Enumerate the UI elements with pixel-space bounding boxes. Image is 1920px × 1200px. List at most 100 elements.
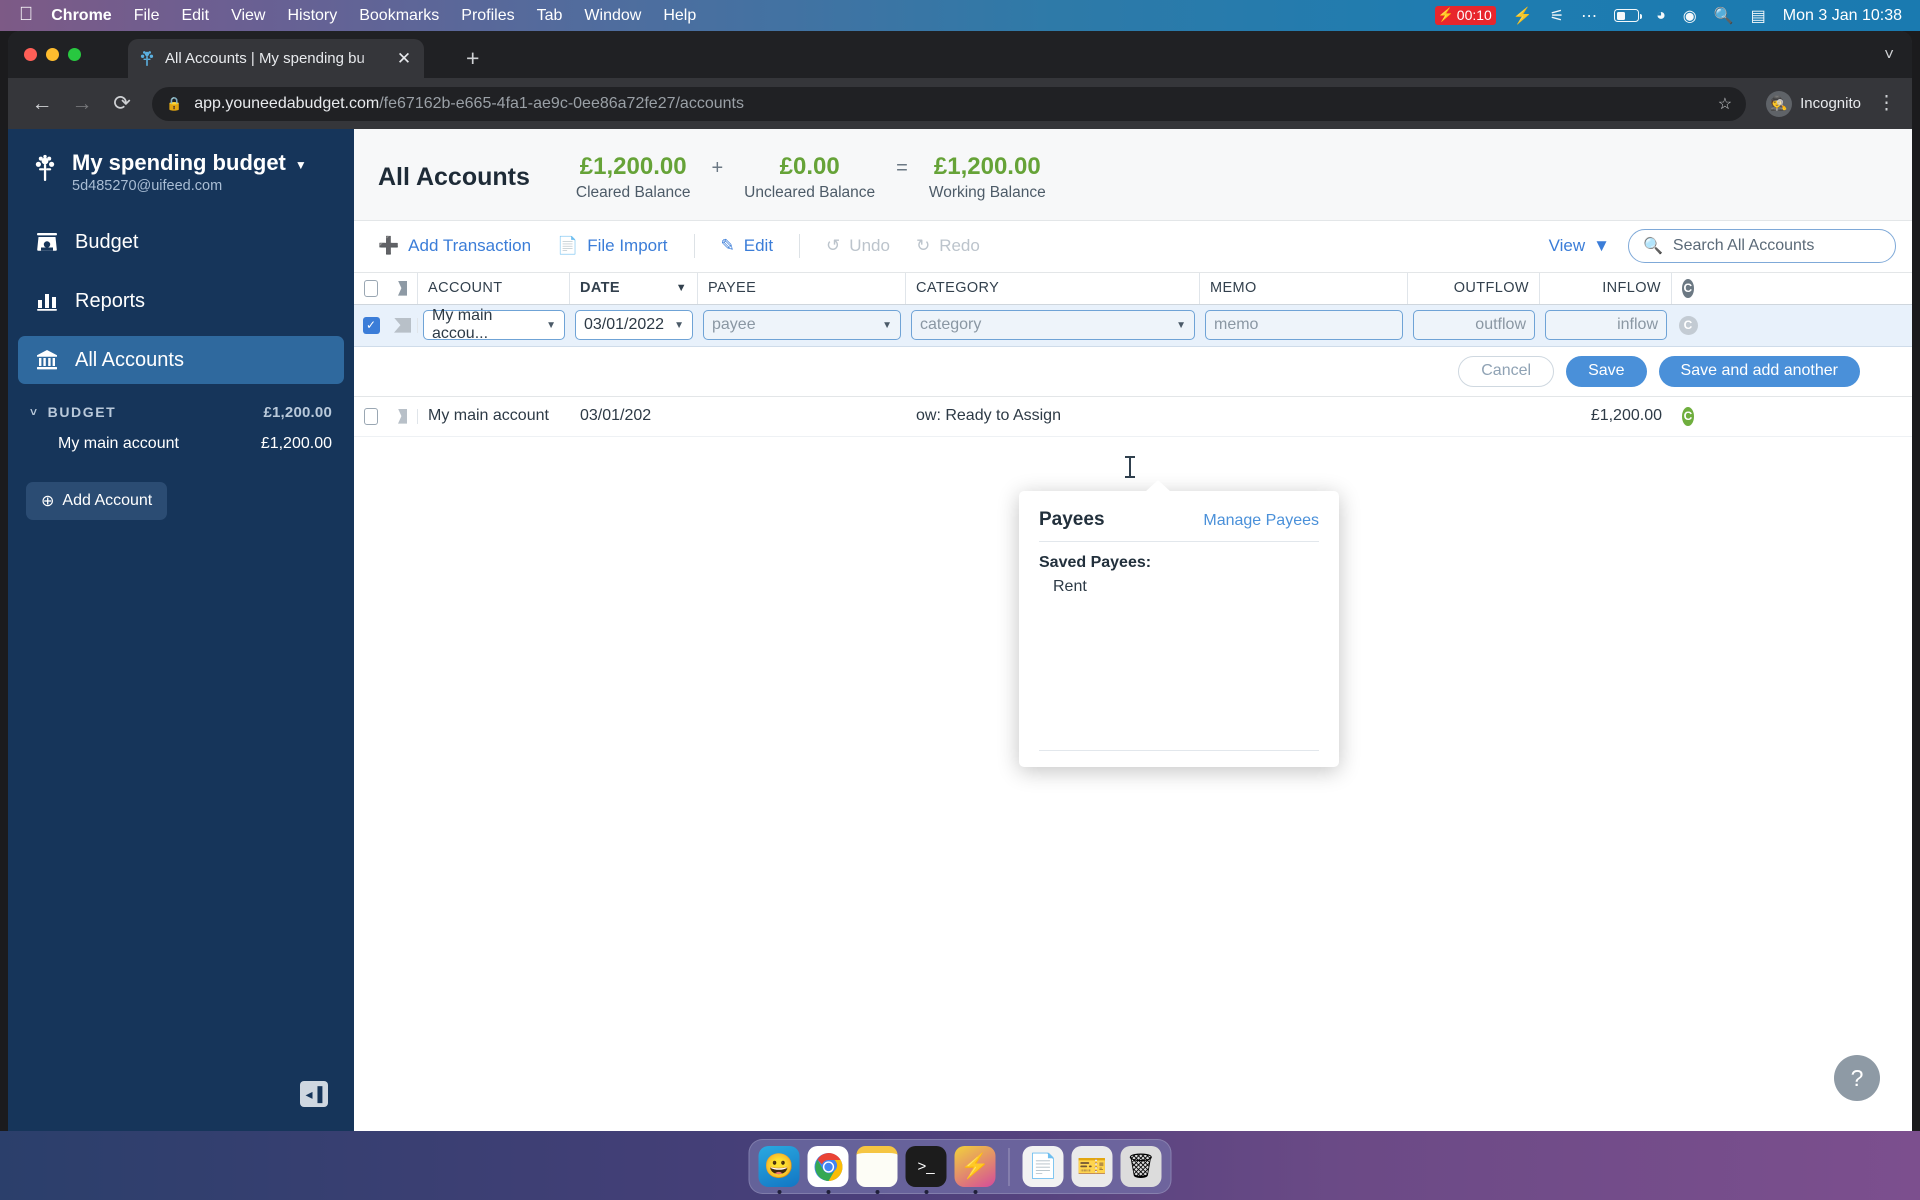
kebab-menu-icon[interactable]: ⋮ [1877,93,1896,113]
incognito-icon: 🕵 [1766,90,1793,117]
finder-icon[interactable]: 😀 [758,1146,800,1194]
sidebar-item-all-accounts[interactable]: All Accounts [18,336,344,385]
search-input[interactable]: 🔍 Search All Accounts [1628,229,1896,264]
column-header-payee[interactable]: PAYEE [698,272,906,304]
file-import-button[interactable]: 📄 File Import [557,236,667,256]
column-header-memo[interactable]: MEMO [1200,272,1408,304]
column-header-inflow[interactable]: INFLOW [1540,272,1672,304]
notes-icon[interactable] [856,1146,898,1194]
wifi-icon[interactable]: ◕ [1656,7,1666,25]
row-checkbox[interactable]: ✓ [354,316,388,334]
menu-item-file[interactable]: File [134,7,160,25]
url-path: /fe67162b-e665-4fa1-ae9c-0ee86a72fe27/ac… [379,94,744,112]
chrome-icon[interactable] [807,1146,849,1194]
chevron-down-icon[interactable]: ˅ [1884,45,1894,65]
terminal-icon[interactable]: >_ [905,1146,947,1194]
file-import-icon: 📄 [557,236,579,256]
column-header-outflow[interactable]: OUTFLOW [1408,272,1540,304]
screen-recording-indicator[interactable]: ⚡ 00:10 [1434,6,1496,25]
control-center-icon[interactable]: ◉ [1683,6,1697,26]
date-input[interactable]: 03/01/2022 ▼ [570,310,698,341]
payee-option-rent[interactable]: Rent [1019,572,1339,596]
apple-icon[interactable]:  [19,5,33,24]
manage-payees-link[interactable]: Manage Payees [1203,512,1319,530]
preview-icon[interactable]: 📄 [1022,1146,1064,1187]
star-icon[interactable]: ☆ [1718,94,1732,114]
inflow-input[interactable]: inflow [1540,310,1672,341]
sidebar-item-reports[interactable]: Reports [18,277,344,325]
menu-item-edit[interactable]: Edit [181,7,209,25]
sidebar-group-budget[interactable]: ˅ BUDGET £1,200.00 [8,398,354,426]
bolt-icon[interactable]: ⚡ [1513,6,1533,26]
row-checkbox[interactable] [354,407,388,425]
row-flag[interactable] [388,408,418,424]
profile-chip[interactable]: 🕵 Incognito [1766,90,1861,117]
dots-icon[interactable]: ⋯ [1581,6,1597,26]
caret-down-icon: ▼ [675,282,687,295]
outflow-input[interactable]: outflow [1408,310,1540,341]
memo-input[interactable]: memo [1200,310,1408,341]
undo-button[interactable]: ↺ Undo [826,236,890,256]
cleared-toggle[interactable]: C [1672,315,1704,335]
minimize-window-button[interactable] [46,48,59,61]
select-all-checkbox[interactable] [354,273,388,304]
sidebar-account-my-main-account[interactable]: My main account £1,200.00 [8,426,354,462]
popover-header: Payees Manage Payees [1019,491,1339,541]
menu-item-view[interactable]: View [231,7,265,25]
menu-item-help[interactable]: Help [663,7,696,25]
menu-item-profiles[interactable]: Profiles [461,7,514,25]
reload-icon[interactable]: ⟳ [102,91,142,116]
redo-button[interactable]: ↻ Redo [916,236,980,256]
arrow-left-icon[interactable]: ← [22,92,62,116]
column-header-cleared[interactable]: C [1672,273,1704,304]
menu-item-bookmarks[interactable]: Bookmarks [359,7,439,25]
spotlight-search-icon[interactable]: 🔍 [1714,6,1734,26]
category-input[interactable]: category ▼ [906,310,1200,341]
column-header-account[interactable]: ACCOUNT [418,272,570,304]
sidebar-item-budget[interactable]: Budget [18,218,344,266]
url-input[interactable]: 🔒 app.youneedabudget.com /fe67162b-e665-… [152,86,1747,121]
table-row[interactable]: My main account 03/01/202 ow: Ready to A… [354,397,1912,437]
column-header-category[interactable]: CATEGORY [906,272,1200,304]
budget-switcher[interactable]: My spending budget ▼ 5d485270@uifeed.com [8,129,354,194]
menu-item-window[interactable]: Window [584,7,641,25]
arrow-right-icon[interactable]: → [62,92,102,116]
cell-cleared[interactable]: C [1672,406,1704,426]
cancel-button[interactable]: Cancel [1458,355,1555,387]
bolt-app-icon[interactable]: ⚡ [954,1146,996,1194]
add-transaction-button[interactable]: ➕ Add Transaction [378,236,531,256]
bluetooth-off-icon[interactable]: ⚟ [1550,6,1564,26]
cell-account: My main account [428,407,549,425]
menu-item-chrome[interactable]: Chrome [51,7,111,25]
close-icon[interactable]: ✕ [394,49,414,69]
save-button[interactable]: Save [1566,355,1647,387]
chevron-down-icon[interactable]: ▼ [295,158,307,172]
sidebar-item-label: Reports [75,289,146,312]
ticket-icon[interactable]: 🎫 [1071,1146,1113,1187]
edit-button[interactable]: ✎ Edit [721,236,774,256]
help-button[interactable]: ? [1834,1055,1880,1101]
trash-icon[interactable]: 🗑 [1120,1146,1162,1187]
payee-input[interactable]: payee ▼ [698,310,906,341]
maximize-window-button[interactable] [68,48,81,61]
column-header-date[interactable]: DATE ▼ [570,272,698,304]
add-account-button[interactable]: ⊕ Add Account [26,482,168,521]
plus-icon[interactable]: + [466,47,479,70]
view-button[interactable]: View ▼ [1549,236,1610,256]
lock-icon: 🔒 [166,95,183,111]
menu-item-history[interactable]: History [287,7,337,25]
cleared-c-icon: C [1682,406,1694,426]
row-flag[interactable] [388,317,418,333]
browser-tab[interactable]: All Accounts | My spending bu ✕ [128,39,424,78]
menu-bar-clock[interactable]: Mon 3 Jan 10:38 [1783,7,1902,25]
save-and-add-another-button[interactable]: Save and add another [1658,355,1860,387]
file-import-label: File Import [587,236,668,256]
battery-icon[interactable] [1614,9,1643,22]
screen-mirroring-icon[interactable]: ▤ [1751,6,1766,26]
close-window-button[interactable] [24,48,37,61]
checkbox-checked: ✓ [362,316,380,334]
menu-item-tab[interactable]: Tab [537,7,563,25]
flag-column-header[interactable] [388,272,418,304]
account-select[interactable]: My main accou... ▼ [418,307,570,342]
collapse-sidebar-icon[interactable]: ◂▐ [300,1081,328,1107]
